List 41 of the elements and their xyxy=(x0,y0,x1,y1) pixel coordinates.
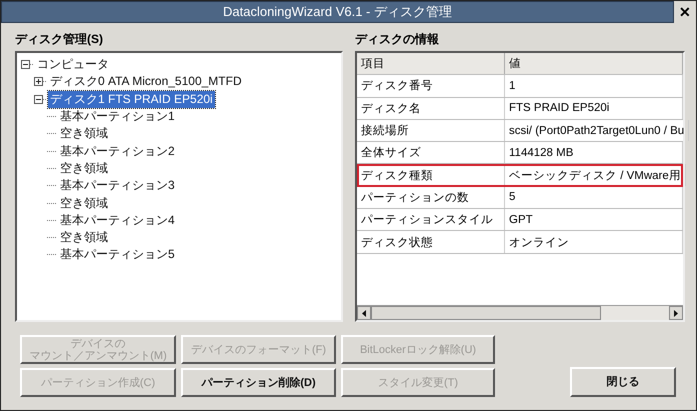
table-cell: 1 xyxy=(505,75,683,97)
table-cell: パーティションの数 xyxy=(357,186,505,208)
scroll-left-icon[interactable] xyxy=(357,306,371,320)
panel-label: ディスク管理(S) xyxy=(15,31,104,47)
table-cell: scsi/ (Port0Path2Target0Lun0 / Bu xyxy=(505,120,690,142)
table-cell: パーティションスタイル xyxy=(357,209,505,230)
table-cell: オンライン xyxy=(505,231,683,253)
collapse-icon[interactable] xyxy=(34,94,43,104)
table-cell: GPT xyxy=(505,209,683,230)
expand-icon[interactable] xyxy=(34,77,43,86)
table-cell: ディスク名 xyxy=(357,98,505,119)
tree-item[interactable]: 基本パーティション3 xyxy=(58,177,177,194)
tree-item[interactable]: ディスク1 FTS PRAID EP520i xyxy=(48,90,215,108)
close-button[interactable]: 閉じる xyxy=(570,367,676,397)
table-cell: ディスク状態 xyxy=(357,231,505,253)
tree-item[interactable]: コンピュータ xyxy=(35,56,111,74)
tree-item[interactable]: 基本パーティション1 xyxy=(58,108,177,126)
table-cell: 全体サイズ xyxy=(357,142,505,164)
table-cell: 5 xyxy=(505,186,683,208)
tree-item[interactable]: 基本パーティション4 xyxy=(58,212,177,229)
tree-item[interactable]: 空き領域 xyxy=(58,125,110,142)
scroll-right-icon[interactable] xyxy=(669,306,683,320)
column-header: 項目 xyxy=(357,53,505,74)
tree-item[interactable]: 空き領域 xyxy=(58,160,110,177)
collapse-icon[interactable] xyxy=(21,60,30,70)
panel-label: ディスクの情報 xyxy=(355,31,440,47)
table-cell: 接続場所 xyxy=(357,120,505,142)
window-title: DatacloningWizard V6.1 - ディスク管理 xyxy=(1,1,674,23)
scrollbar-thumb[interactable] xyxy=(371,306,601,320)
tree-item[interactable]: 空き領域 xyxy=(58,194,110,212)
tree-item[interactable]: 基本パーティション5 xyxy=(58,246,177,264)
table-cell: 1144128 MB xyxy=(505,142,683,164)
tree-item[interactable]: 空き領域 xyxy=(58,229,110,246)
action-button[interactable]: パーティション削除(D) xyxy=(181,368,336,397)
table-cell: ベーシックディスク / VMware用 xyxy=(505,164,686,186)
table-cell: FTS PRAID EP520i xyxy=(505,98,683,119)
table-cell: ディスク種類 xyxy=(357,164,505,186)
tree-item[interactable]: 基本パーティション2 xyxy=(58,142,177,160)
column-header: 値 xyxy=(505,53,683,74)
tree-item[interactable]: ディスク0 ATA Micron_5100_MTFD xyxy=(48,73,244,90)
table-cell: ディスク番号 xyxy=(357,75,505,97)
